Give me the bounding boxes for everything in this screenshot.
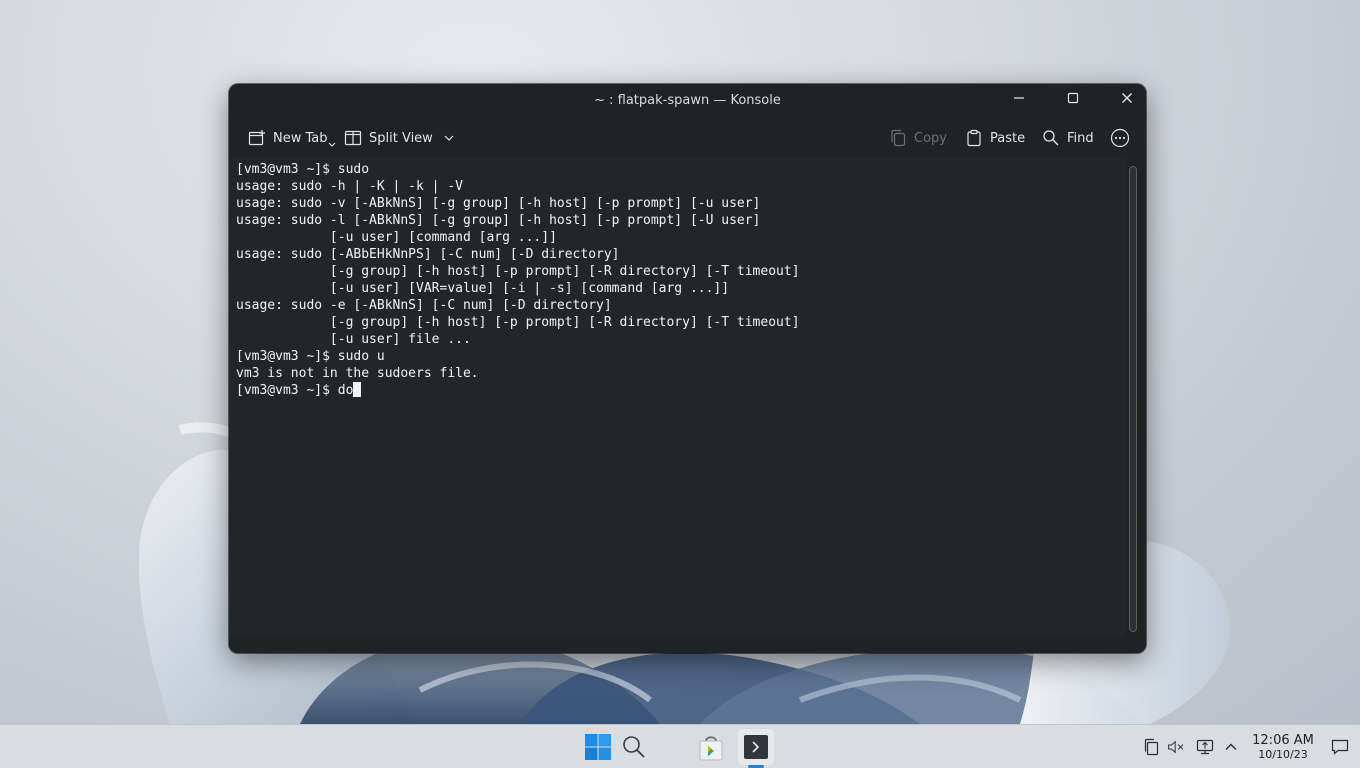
network-tray-button[interactable] xyxy=(1196,738,1214,756)
new-tab-label: New Tab xyxy=(273,130,328,146)
terminal-line: usage: sudo -v [-ABkNnS] [-g group] [-h … xyxy=(236,196,761,211)
terminal-line: [-g group] [-h host] [-p prompt] [-R dir… xyxy=(236,315,800,330)
taskbar-search-button[interactable] xyxy=(618,731,650,763)
terminal-line: usage: sudo [-ABbEHkNnPS] [-C num] [-D d… xyxy=(236,247,620,262)
software-store-button[interactable] xyxy=(694,730,728,764)
terminal-line: usage: sudo -h | -K | -k | -V xyxy=(236,179,463,194)
terminal-line: usage: sudo -l [-ABkNnS] [-g group] [-h … xyxy=(236,213,761,228)
terminal-line: [vm3@vm3 ~]$ sudo u xyxy=(236,349,385,364)
text-cursor xyxy=(353,382,362,397)
clock-time[interactable]: 12:06 AM xyxy=(1247,734,1319,748)
search-icon xyxy=(1043,130,1059,146)
toolbar: New Tab Split View Copy Paste Find xyxy=(229,118,1146,158)
network-wired-icon xyxy=(1196,739,1214,755)
hamburger-menu-button[interactable] xyxy=(1110,124,1137,152)
paste-icon xyxy=(967,129,981,147)
title-bar[interactable]: ~ : flatpak-spawn — Konsole xyxy=(229,84,1146,118)
close-icon xyxy=(1122,93,1132,103)
minimize-button[interactable] xyxy=(999,84,1039,112)
find-label: Find xyxy=(1067,130,1094,146)
show-hidden-icons-button[interactable] xyxy=(1222,738,1240,756)
scrollbar-thumb[interactable] xyxy=(1129,166,1137,632)
terminal-output: [vm3@vm3 ~]$ sudo usage: sudo -h | -K | … xyxy=(236,161,800,399)
new-tab-button[interactable]: New Tab xyxy=(248,124,343,152)
terminal-line: vm3 is not in the sudoers file. xyxy=(236,366,479,381)
start-button[interactable] xyxy=(582,731,614,763)
volume-muted-icon xyxy=(1168,740,1184,754)
split-view-icon xyxy=(344,130,362,146)
find-button[interactable]: Find xyxy=(1042,124,1094,152)
terminal-view[interactable]: [vm3@vm3 ~]$ sudo usage: sudo -h | -K | … xyxy=(229,158,1125,636)
search-icon xyxy=(623,736,645,758)
minimize-icon xyxy=(1014,97,1024,99)
chevron-up-icon xyxy=(1225,743,1237,750)
window-bottom-edge xyxy=(229,636,1146,653)
taskbar: 12:06 AM 10/10/23 xyxy=(0,724,1360,768)
clock-date[interactable]: 10/10/23 xyxy=(1247,749,1319,761)
maximize-button[interactable] xyxy=(1053,84,1093,112)
konsole-window: ~ : flatpak-spawn — Konsole New Tab Spli… xyxy=(229,84,1146,653)
store-bag-icon xyxy=(699,736,723,761)
terminal-line: usage: sudo -e [-ABkNnS] [-C num] [-D di… xyxy=(236,298,612,313)
copy-icon xyxy=(891,129,906,147)
volume-tray-button[interactable] xyxy=(1167,738,1185,756)
more-options-icon xyxy=(1110,128,1130,148)
terminal-line: [-u user] [VAR=value] [-i | -s] [command… xyxy=(236,281,730,296)
paste-button[interactable]: Paste xyxy=(965,124,1025,152)
clipboard-icon xyxy=(1144,738,1159,756)
terminal-icon xyxy=(744,735,768,759)
copy-button[interactable]: Copy xyxy=(889,124,947,152)
terminal-prompt-line: [vm3@vm3 ~]$ do xyxy=(236,383,354,398)
terminal-line: [-u user] file ... xyxy=(236,332,471,347)
copy-label: Copy xyxy=(914,130,947,146)
split-view-label: Split View xyxy=(369,130,433,146)
chevron-down-icon xyxy=(444,135,454,141)
windows-logo-icon xyxy=(585,734,611,760)
close-button[interactable] xyxy=(1107,84,1146,112)
new-tab-icon xyxy=(248,130,265,146)
notifications-button[interactable] xyxy=(1331,738,1349,756)
taskbar-konsole-button[interactable] xyxy=(738,729,774,765)
chevron-down-icon xyxy=(328,142,335,147)
terminal-line: [vm3@vm3 ~]$ sudo xyxy=(236,162,370,177)
split-view-button[interactable]: Split View xyxy=(344,124,462,152)
paste-label: Paste xyxy=(990,130,1026,146)
maximize-icon xyxy=(1067,92,1079,104)
notification-icon xyxy=(1331,739,1349,755)
clipboard-tray-button[interactable] xyxy=(1143,738,1161,756)
terminal-line: [-u user] [command [arg ...]] xyxy=(236,230,557,245)
terminal-line: [-g group] [-h host] [-p prompt] [-R dir… xyxy=(236,264,800,279)
